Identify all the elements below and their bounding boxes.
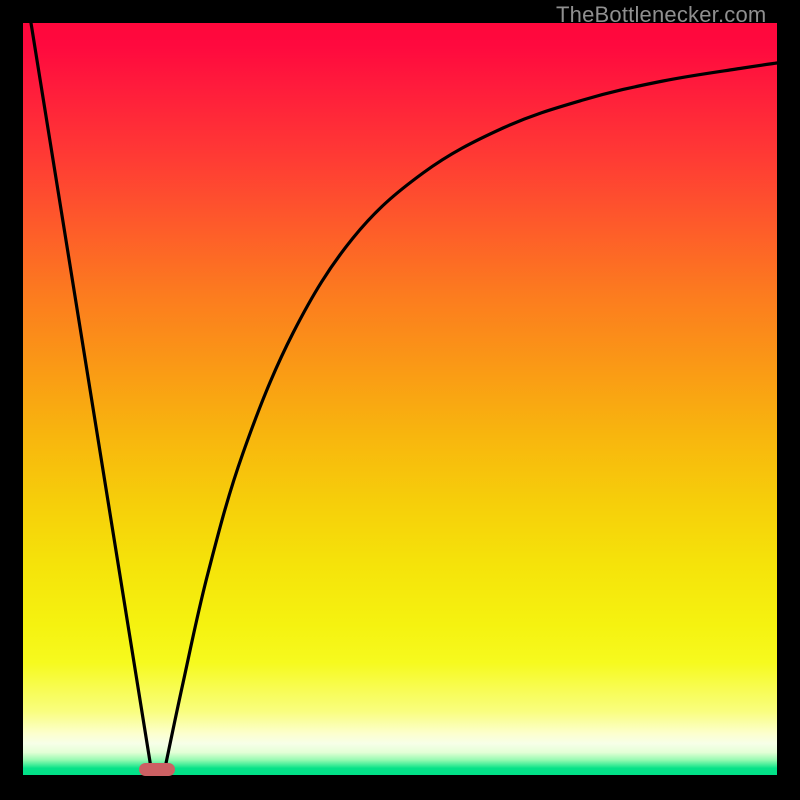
watermark-text: TheBottlenecker.com <box>556 2 766 28</box>
series-right-curve <box>165 63 777 768</box>
plot-area <box>23 23 777 775</box>
chart-frame: TheBottlenecker.com <box>0 0 800 800</box>
target-marker <box>139 763 175 776</box>
series-left-descent <box>31 23 151 768</box>
chart-lines <box>23 23 777 775</box>
